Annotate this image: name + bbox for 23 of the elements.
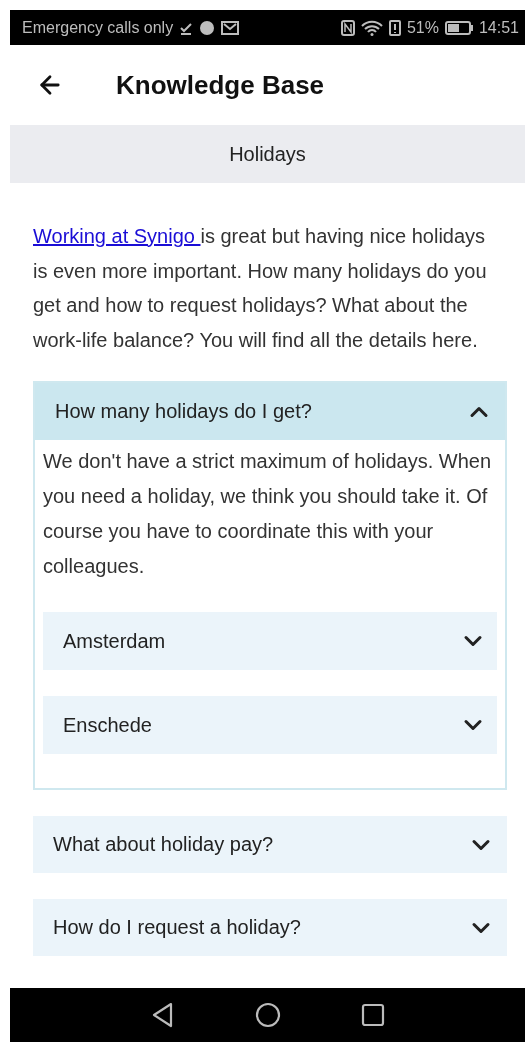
answer-text: We don't have a strict maximum of holidays. When you need a holiday, we think you should take it. Of course you have to coordinate this with your colleagues.: [43, 449, 493, 579]
nfc-icon: [340, 19, 355, 36]
accordion-header[interactable]: Amsterdam: [43, 612, 497, 670]
alert-icon: [388, 19, 401, 36]
accordion-header[interactable]: How many holidays do I get?: [35, 383, 505, 440]
battery-icon: [444, 20, 473, 35]
accordion-header[interactable]: How do I request a holiday?: [33, 899, 507, 956]
section-title: Holidays: [229, 142, 306, 166]
download-icon: [179, 20, 194, 35]
carrier-text: Emergency calls only: [22, 18, 174, 37]
mail-icon: [221, 19, 240, 36]
intro-link[interactable]: Working at Synigo: [33, 225, 201, 247]
home-nav-button[interactable]: [254, 1002, 281, 1028]
dot-icon: [199, 19, 216, 36]
wifi-icon: [360, 19, 383, 36]
recents-nav-button[interactable]: [360, 1003, 385, 1027]
clock-time: 14:51: [478, 18, 519, 37]
battery-percent: 51%: [406, 18, 439, 37]
intro-paragraph: Working at Synigo is great but having nice holidays is even more important. How many holidays do you get and how to request holidays? What about the work-life balance? You will find all the details here.: [33, 224, 488, 353]
accordion-header[interactable]: What about holiday pay?: [33, 816, 507, 873]
back-nav-button[interactable]: [150, 1002, 175, 1028]
page-title: Knowledge Base: [116, 69, 325, 101]
accordion-header[interactable]: Enschede: [43, 696, 497, 754]
